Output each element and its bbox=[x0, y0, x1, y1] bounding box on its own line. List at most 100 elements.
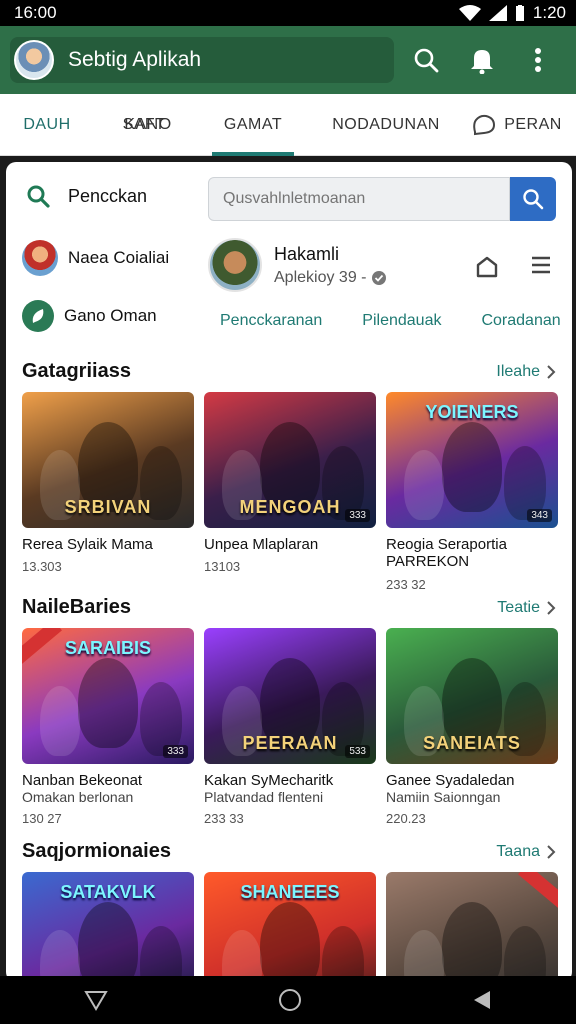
character-figure bbox=[404, 930, 444, 982]
card-subtitle: Omakan berlonan bbox=[22, 789, 134, 806]
search-input[interactable] bbox=[208, 177, 510, 221]
game-card[interactable]: YOIENERS 343 Reogia Seraportia PARREKON 233… bbox=[386, 392, 558, 592]
card-title: Nanban Bekeonat bbox=[22, 772, 143, 789]
character-figure bbox=[40, 686, 80, 756]
system-nav-bar bbox=[0, 976, 576, 1024]
card-meta: 220.23 bbox=[386, 811, 426, 827]
game-thumbnail[interactable]: MENGOAH 333 bbox=[204, 392, 376, 528]
section-title: Gatagriiass bbox=[22, 360, 131, 382]
game-card[interactable]: SHANEEES bbox=[204, 872, 376, 982]
thumbnail-logo: SANEIATS bbox=[423, 733, 521, 753]
search-label: Pencckan bbox=[68, 185, 148, 206]
thumbnail-logo: SARAIBIS bbox=[64, 638, 151, 658]
section-title: Saqjormionaies bbox=[22, 840, 171, 862]
tab-nodadunan[interactable]: NODADUNAN bbox=[320, 94, 452, 156]
avatar bbox=[22, 240, 58, 276]
home-circle-icon[interactable] bbox=[277, 987, 303, 1013]
game-card[interactable] bbox=[386, 872, 558, 982]
tab-peran[interactable]: PERAN bbox=[462, 94, 572, 156]
app-bar: Sebtig Aplikah bbox=[0, 26, 576, 94]
search-button[interactable] bbox=[402, 36, 450, 84]
game-thumbnail[interactable] bbox=[386, 872, 558, 982]
link-coradanan[interactable]: Coradanan bbox=[481, 312, 560, 330]
profile-links: Pencckaranan Pilendauak Coradanan bbox=[220, 312, 561, 330]
back-triangle-icon[interactable] bbox=[84, 989, 109, 1011]
link-pilendauak[interactable]: Pilendauak bbox=[362, 312, 441, 330]
chevron-right-icon bbox=[547, 600, 556, 615]
character-figure bbox=[78, 658, 138, 748]
profile-avatar bbox=[208, 238, 262, 292]
chat-bubble-icon bbox=[472, 114, 496, 136]
game-thumbnail[interactable]: YOIENERS 343 bbox=[386, 392, 558, 528]
search-row: Pencckan bbox=[6, 162, 572, 234]
character-figure bbox=[442, 902, 502, 982]
card-title: Rerea Sylaik Mama bbox=[22, 536, 153, 553]
character-figure bbox=[404, 450, 444, 520]
bell-icon bbox=[471, 50, 493, 74]
recents-triangle-icon[interactable] bbox=[472, 989, 492, 1011]
character-figure bbox=[322, 926, 364, 982]
game-thumbnail[interactable]: SARAIBIS 333 bbox=[22, 628, 194, 764]
character-figure bbox=[40, 930, 80, 982]
header-title-pill[interactable]: Sebtig Aplikah bbox=[10, 37, 394, 83]
card-meta: 13.303 bbox=[22, 559, 62, 575]
game-thumbnail[interactable]: PEERAAN 533 bbox=[204, 628, 376, 764]
status-time: 16:00 bbox=[14, 3, 57, 22]
thumbnail-logo: SATAKVLK bbox=[60, 882, 156, 902]
search-icon bbox=[414, 48, 439, 73]
game-thumbnail[interactable]: SANEIATS bbox=[386, 628, 558, 764]
game-card[interactable]: SATAKVLK bbox=[22, 872, 194, 982]
tab-saft[interactable]: SAFT bbox=[123, 94, 165, 156]
left-item-naea[interactable]: Naea Coialiai bbox=[22, 240, 169, 276]
game-card[interactable]: SANEIATS Ganee Syadaledan Namiin Saionngan… bbox=[386, 628, 558, 826]
card-row: SATAKVLK SHANEEES bbox=[22, 872, 558, 982]
app-avatar[interactable] bbox=[14, 40, 54, 80]
profile-card[interactable]: Hakamli Aplekioy 39 - bbox=[208, 238, 387, 292]
section-more-link[interactable]: Ileahe bbox=[496, 363, 556, 381]
section-title: NaileBaries bbox=[22, 596, 131, 618]
notification-button[interactable] bbox=[458, 36, 506, 84]
search-submit-button[interactable] bbox=[510, 177, 556, 221]
card-meta: 130 27 bbox=[22, 811, 62, 827]
game-thumbnail[interactable]: SRBIVAN bbox=[22, 392, 194, 528]
search-icon bbox=[27, 185, 50, 208]
tab-gamat[interactable]: GAMAT bbox=[212, 94, 294, 156]
thumbnail-badge: 533 bbox=[345, 745, 370, 758]
status-bar: 16:00 1:20 bbox=[0, 0, 576, 26]
card-meta: 13103 bbox=[204, 559, 241, 575]
section-header: Saqjormionaies Taana bbox=[22, 840, 556, 863]
ribbon-badge bbox=[518, 872, 558, 911]
character-figure bbox=[78, 902, 138, 982]
section-header: NaileBaries Teatie bbox=[22, 596, 556, 619]
card-title: Kakan SyMecharitk bbox=[204, 772, 334, 789]
thumbnail-logo: SRBIVAN bbox=[64, 497, 152, 517]
tab-bar: DAUH KANO SAFT GAMAT NODADUNAN PERAN bbox=[0, 94, 576, 156]
link-pencckaranan[interactable]: Pencckaranan bbox=[220, 312, 322, 330]
section-header: Gatagriiass Ileahe bbox=[22, 360, 556, 383]
card-subtitle: Platvandad flenteni bbox=[204, 789, 324, 806]
chevron-right-icon bbox=[547, 844, 556, 859]
home-icon[interactable] bbox=[474, 254, 500, 280]
game-card[interactable]: MENGOAH 333 Unpea Mlaplaran 13103 bbox=[204, 392, 376, 592]
content-panel: Pencckan Naea Coialiai Gano Oman Hakamli… bbox=[6, 162, 572, 982]
game-card[interactable]: PEERAAN 533 Kakan SyMecharitk Platvandad fl… bbox=[204, 628, 376, 826]
section-more-link[interactable]: Teatie bbox=[497, 599, 556, 617]
profile-subtitle: Aplekioy 39 - bbox=[274, 268, 367, 286]
left-item-gano[interactable]: Gano Oman bbox=[22, 300, 157, 332]
character-figure bbox=[222, 930, 262, 982]
game-card[interactable]: SARAIBIS 333 Nanban Bekeonat Omakan berlona… bbox=[22, 628, 194, 826]
list-icon[interactable] bbox=[530, 254, 552, 276]
game-card[interactable]: SRBIVAN Rerea Sylaik Mama 13.303 bbox=[22, 392, 194, 592]
character-figure bbox=[442, 422, 502, 512]
tab-dauh[interactable]: DAUH bbox=[0, 94, 94, 156]
card-row: SRBIVAN Rerea Sylaik Mama 13.303 MENGOAH 333… bbox=[22, 392, 558, 592]
more-vert-icon bbox=[535, 48, 541, 72]
card-row: SARAIBIS 333 Nanban Bekeonat Omakan berlona… bbox=[22, 628, 558, 826]
leaf-icon bbox=[22, 300, 54, 332]
card-subtitle: Namiin Saionngan bbox=[386, 789, 501, 806]
more-options-button[interactable] bbox=[514, 36, 562, 84]
game-thumbnail[interactable]: SHANEEES bbox=[204, 872, 376, 982]
game-thumbnail[interactable]: SATAKVLK bbox=[22, 872, 194, 982]
check-circle-icon bbox=[371, 270, 386, 285]
section-more-link[interactable]: Taana bbox=[496, 843, 556, 861]
